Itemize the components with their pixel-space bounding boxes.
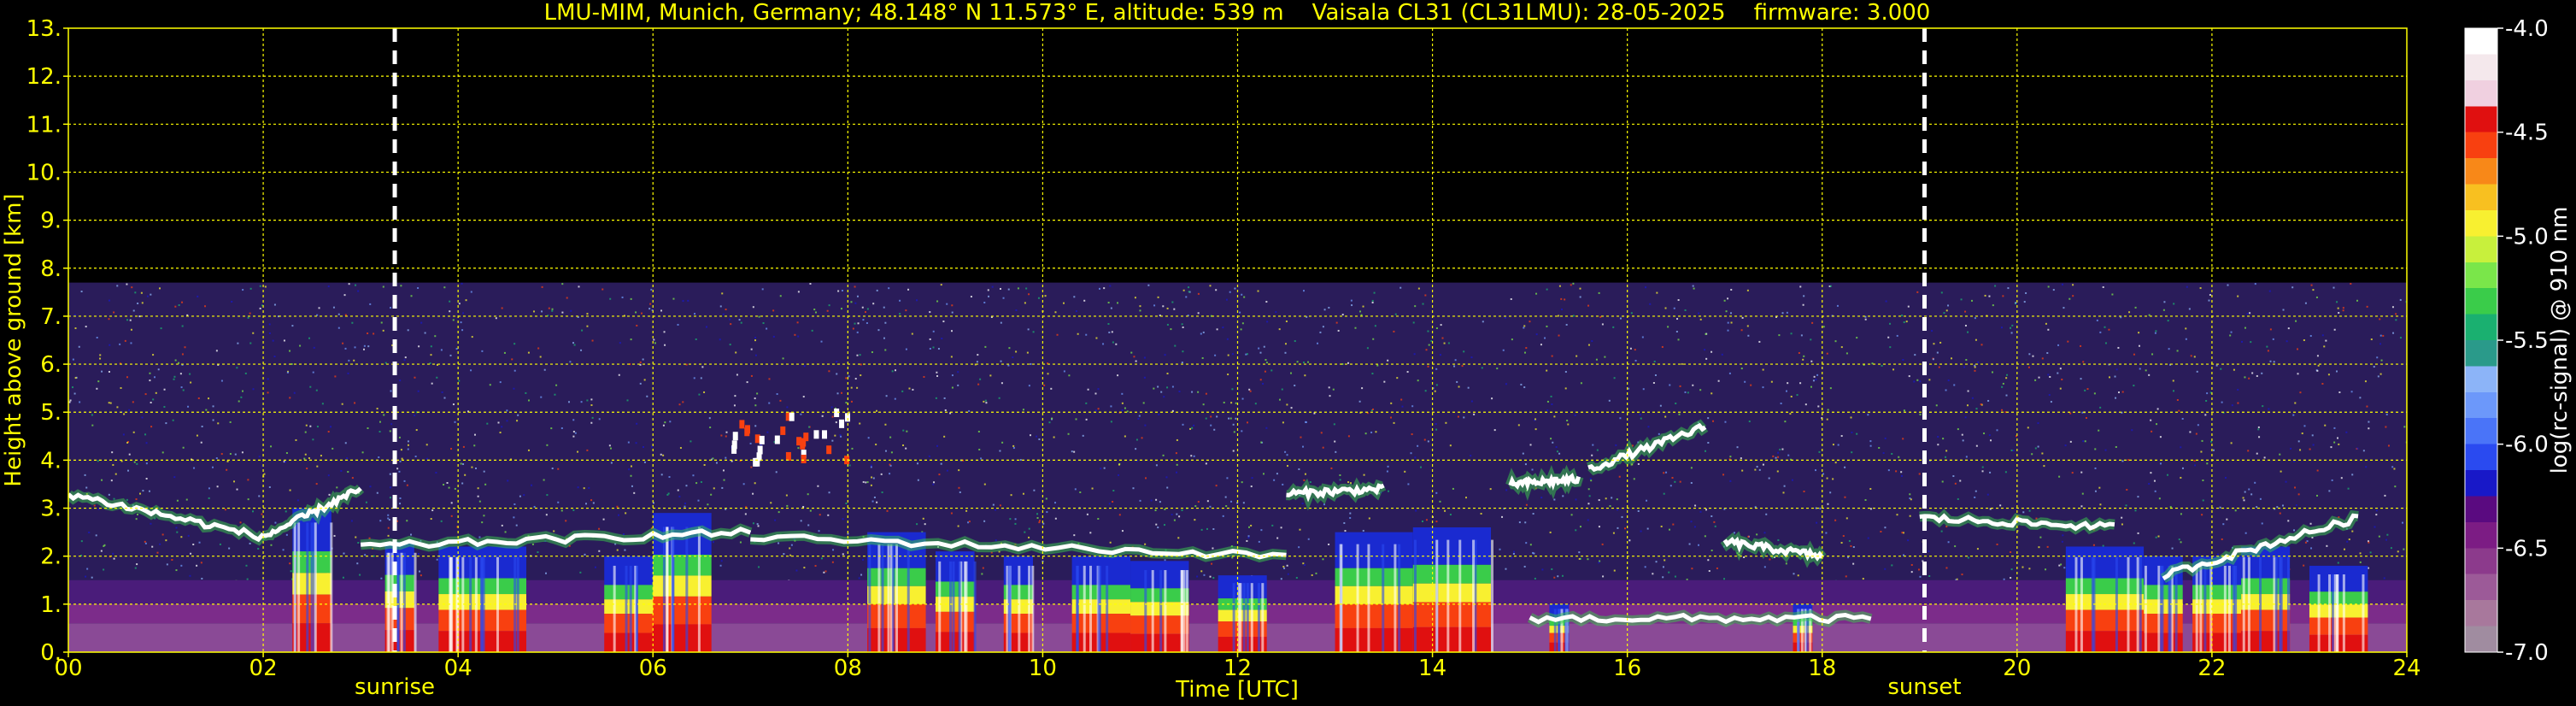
- sun-marker-label: sunrise: [355, 674, 435, 700]
- precipitation-block: [1130, 561, 1189, 652]
- y-tick-label: 13.: [26, 16, 62, 42]
- precipitation-block: [935, 551, 977, 652]
- x-axis-label: Time [UTC]: [1175, 677, 1299, 703]
- y-tick-label: 6.: [40, 352, 62, 378]
- x-tick-label: 08: [834, 656, 862, 681]
- x-tick-label: 02: [249, 656, 278, 681]
- precipitation-block: [1412, 527, 1494, 652]
- x-tick-label: 18: [1808, 656, 1836, 681]
- y-tick-label: 10.: [26, 160, 62, 185]
- colorbar-tick-label: -7.0: [2505, 640, 2549, 666]
- precipitation-block: [2309, 565, 2368, 652]
- precipitation-block: [467, 546, 526, 652]
- colorbar-tick-label: -4.0: [2505, 16, 2549, 42]
- x-tick-label: 14: [1418, 656, 1446, 681]
- x-tick-label: 10: [1029, 656, 1057, 681]
- y-tick-label: 12.: [26, 64, 62, 90]
- colorbar-tick-label: -6.5: [2505, 536, 2549, 562]
- y-tick-label: 7.: [40, 304, 62, 330]
- y-tick-label: 4.: [40, 448, 62, 474]
- x-tick-label: 04: [444, 656, 472, 681]
- y-tick-label: 3.: [40, 497, 62, 522]
- x-tick-label: 20: [2003, 656, 2031, 681]
- y-tick-label: 8.: [40, 256, 62, 282]
- x-tick-label: 06: [639, 656, 667, 681]
- cloud-layer: [1505, 464, 1584, 502]
- y-tick-label: 5.: [40, 400, 62, 426]
- colorbar-label: log(rc-signal) @ 910 nm: [2547, 207, 2573, 474]
- ceilometer-chart: LMU-MIM, Munich, Germany; 48.148° N 11.5…: [1, 0, 2573, 703]
- y-axis-label: Height above ground [km]: [1, 193, 26, 486]
- precipitation-block: [1335, 532, 1413, 652]
- cloud-layer: [1527, 609, 1873, 628]
- sun-marker-label: sunset: [1887, 674, 1961, 700]
- y-tick-label: 9.: [40, 209, 62, 234]
- colorbar-ticks: -4.0 -4.5 -5.0 -5.5 -6.0 -6.5 -7.0: [2497, 16, 2549, 666]
- colorbar: -4.0 -4.5 -5.0 -5.5 -6.0 -6.5 -7.0 log(rc-sign…: [2464, 16, 2573, 666]
- colorbar-tick-label: -5.5: [2505, 328, 2549, 354]
- colorbar-tick-label: -5.0: [2505, 224, 2549, 250]
- chart-title: LMU-MIM, Munich, Germany; 48.148° N 11.5…: [544, 0, 1931, 26]
- precipitation-block: [2065, 546, 2145, 652]
- x-tick-label: 16: [1613, 656, 1641, 681]
- precipitation-block: [1218, 575, 1267, 652]
- y-tick-label: 1.: [40, 592, 62, 618]
- precipitation-block: [384, 541, 417, 652]
- y-tick-label: 0.: [40, 640, 62, 666]
- precipitation-block: [1549, 603, 1570, 652]
- y-tick-label: 11.: [26, 112, 62, 138]
- y-tick-label: 2.: [40, 544, 62, 570]
- x-tick-label: 24: [2392, 656, 2421, 681]
- precipitation-block: [2241, 546, 2291, 652]
- precipitation-block: [292, 508, 333, 652]
- colorbar-tick-label: -6.0: [2505, 432, 2549, 458]
- colorbar-scale: [2465, 28, 2497, 652]
- backscatter-layer: [68, 282, 2407, 652]
- x-tick-label: 22: [2198, 656, 2226, 681]
- colorbar-tick-label: -4.5: [2505, 121, 2549, 146]
